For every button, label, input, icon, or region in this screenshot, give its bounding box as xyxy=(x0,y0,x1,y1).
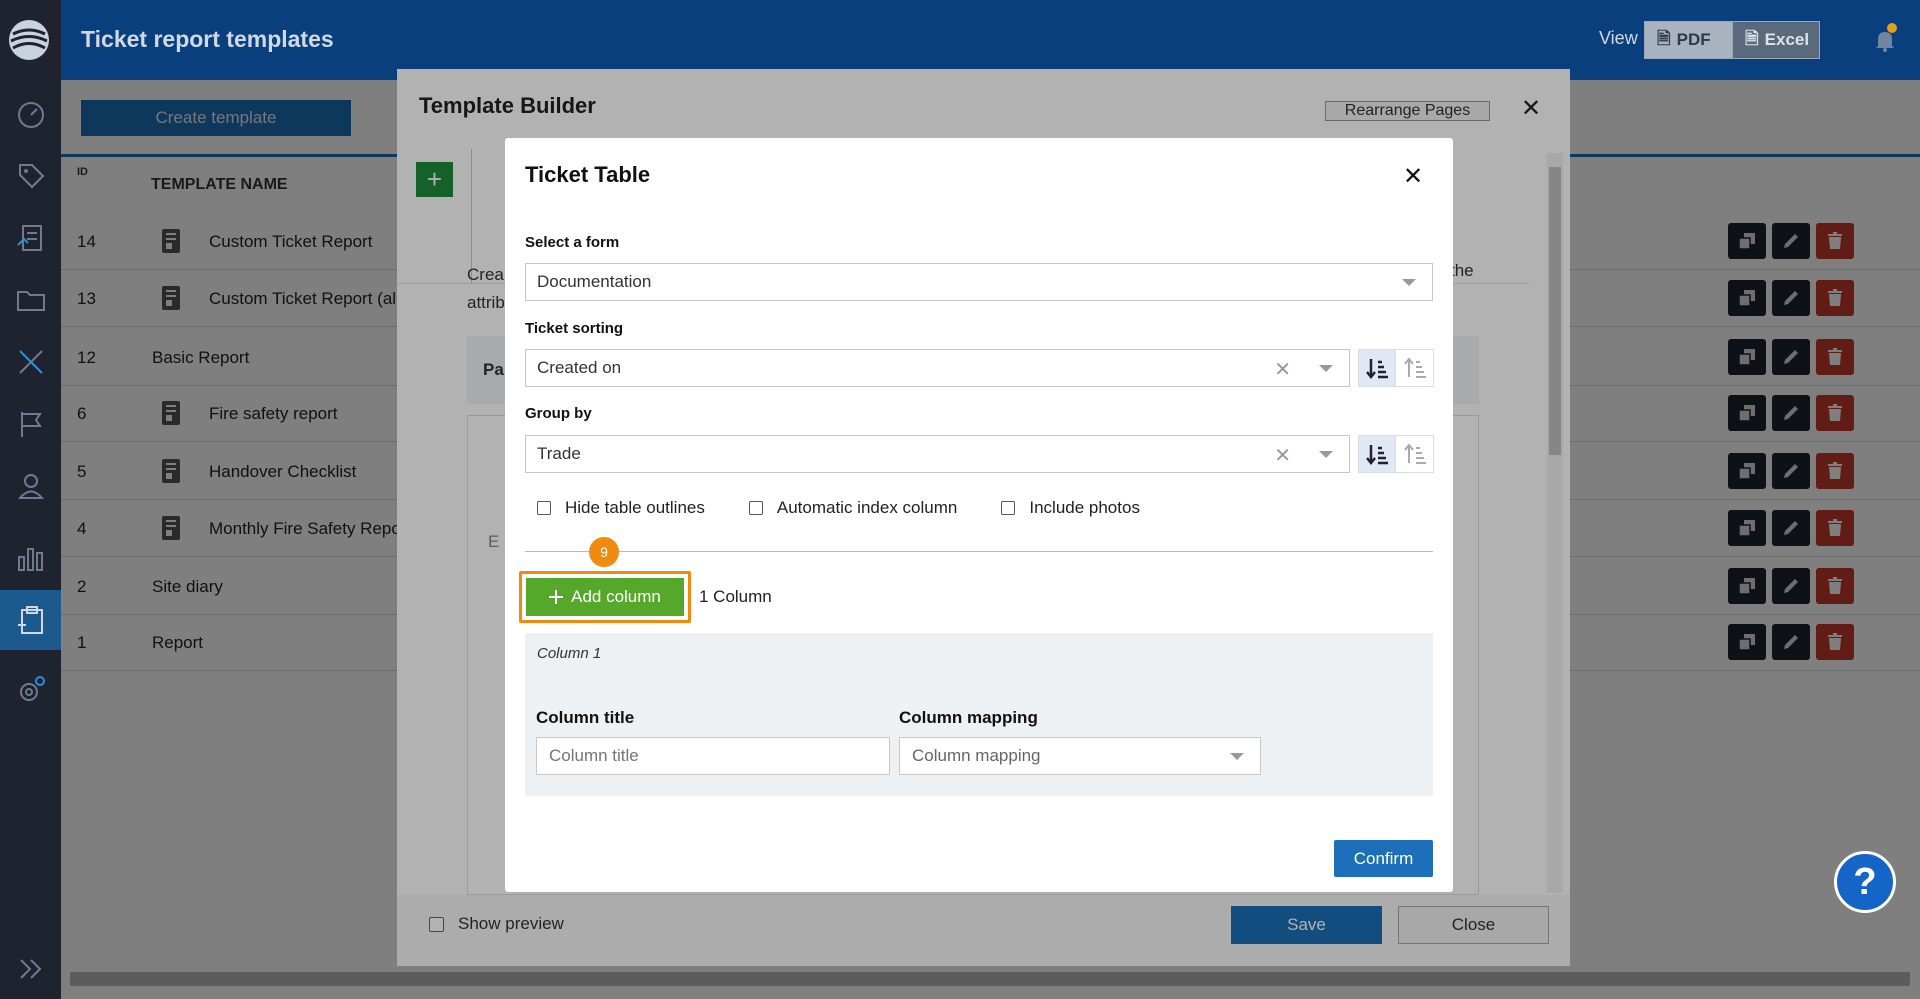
chevron-down-icon xyxy=(1319,365,1333,372)
column-mapping-placeholder: Column mapping xyxy=(912,746,1041,765)
nav-dashboard[interactable] xyxy=(0,84,61,144)
ticket-table-close-icon[interactable]: ✕ xyxy=(1403,162,1423,191)
group-by-select[interactable]: Trade ✕ xyxy=(525,435,1350,473)
sort-ascending-icon xyxy=(1403,443,1426,464)
plus-icon xyxy=(549,590,564,604)
pdf-file-icon: 🗎 xyxy=(1657,28,1671,48)
auto-index-option[interactable]: Automatic index column xyxy=(748,498,958,518)
nav-users[interactable] xyxy=(0,456,61,516)
ticket-sorting-select[interactable]: Created on ✕ xyxy=(525,349,1350,387)
chevron-down-icon xyxy=(1402,279,1416,286)
bar-chart-icon xyxy=(17,548,43,571)
sidebar-expand[interactable] xyxy=(0,949,61,989)
column-mapping-select[interactable]: Column mapping xyxy=(899,737,1261,775)
excel-label: Excel xyxy=(1764,30,1810,49)
include-photos-option[interactable]: Include photos xyxy=(1001,498,1140,518)
view-label: View xyxy=(1599,28,1638,48)
column-count: 1 Column xyxy=(699,587,772,606)
chevron-down-icon xyxy=(1230,753,1244,760)
auto-index-checkbox[interactable] xyxy=(748,501,763,515)
chevron-down-icon xyxy=(1319,451,1333,458)
export-excel-button[interactable]: 🗎 Excel xyxy=(1732,21,1820,59)
sort-descending-icon xyxy=(1366,359,1388,380)
nav-files[interactable] xyxy=(0,270,61,330)
group-sort-descending-button[interactable] xyxy=(1358,435,1396,473)
form-select-value: Documentation xyxy=(537,272,652,291)
excel-file-icon: 🗎 xyxy=(1745,28,1759,48)
top-header: Ticket report templates View 🗎 PDF 🗎 Exc… xyxy=(61,0,1920,80)
ticket-table-dialog: Ticket Table ✕ Select a form Documentati… xyxy=(505,138,1453,892)
export-pdf-button[interactable]: 🗎 PDF xyxy=(1644,21,1732,59)
form-select[interactable]: Documentation xyxy=(525,263,1433,301)
nav-reports[interactable] xyxy=(0,208,61,268)
hide-outlines-checkbox[interactable] xyxy=(537,501,551,515)
pdf-label: PDF xyxy=(1676,30,1711,49)
ticket-table-title: Ticket Table xyxy=(525,162,651,187)
tools-icon xyxy=(18,350,43,374)
column-title-label: Column title xyxy=(536,708,635,727)
clear-icon[interactable]: ✕ xyxy=(1274,357,1291,382)
column-panel: Column 1 Column title Column mapping Col… xyxy=(525,633,1433,796)
group-sort-ascending-button[interactable] xyxy=(1396,435,1434,473)
group-by-value: Trade xyxy=(537,444,581,463)
options-divider xyxy=(525,551,1433,552)
column-title-input[interactable] xyxy=(536,737,890,775)
include-photos-checkbox[interactable] xyxy=(1001,501,1016,515)
help-button[interactable]: ? xyxy=(1834,851,1896,913)
sort-descending-icon xyxy=(1366,445,1388,466)
include-photos-label: Include photos xyxy=(1029,498,1140,517)
nav-flags[interactable] xyxy=(0,394,61,454)
ticket-sorting-label: Ticket sorting xyxy=(525,320,624,337)
auto-index-label: Automatic index column xyxy=(776,498,958,517)
flag-icon xyxy=(20,412,42,437)
app-logo-icon[interactable] xyxy=(7,18,51,62)
nav-tools[interactable] xyxy=(0,332,61,392)
select-form-label: Select a form xyxy=(525,234,620,251)
sort-ascending-icon xyxy=(1403,357,1426,378)
page-title: Ticket report templates xyxy=(81,26,334,52)
notification-dot xyxy=(1887,23,1897,33)
clipboard-icon xyxy=(17,606,43,634)
sidebar xyxy=(0,0,61,999)
report-icon xyxy=(16,225,42,251)
column-heading: Column 1 xyxy=(537,645,602,662)
double-chevron-right-icon xyxy=(19,959,41,979)
confirm-button[interactable]: Confirm xyxy=(1334,840,1433,877)
nav-settings[interactable] xyxy=(0,660,61,720)
nav-tickets[interactable] xyxy=(0,146,61,206)
user-icon xyxy=(17,474,44,499)
folder-icon xyxy=(16,291,45,311)
ticket-sorting-value: Created on xyxy=(537,358,622,377)
hide-outlines-option[interactable]: Hide table outlines xyxy=(537,498,705,518)
sort-descending-button[interactable] xyxy=(1358,349,1396,387)
sort-ascending-button[interactable] xyxy=(1396,349,1434,387)
step-marker: 9 xyxy=(589,537,619,567)
gauge-icon xyxy=(17,102,44,128)
nav-report-templates[interactable] xyxy=(0,590,61,650)
tag-icon xyxy=(18,164,44,189)
table-options: Hide table outlines Automatic index colu… xyxy=(537,498,1184,518)
hide-outlines-label: Hide table outlines xyxy=(565,498,705,517)
nav-statistics[interactable] xyxy=(0,528,61,588)
add-column-button[interactable]: Add column xyxy=(526,578,684,616)
gear-icon xyxy=(19,676,45,701)
clear-icon[interactable]: ✕ xyxy=(1274,443,1291,468)
add-column-label: Add column xyxy=(571,587,661,606)
column-mapping-label: Column mapping xyxy=(899,708,1038,727)
group-by-label: Group by xyxy=(525,405,592,422)
